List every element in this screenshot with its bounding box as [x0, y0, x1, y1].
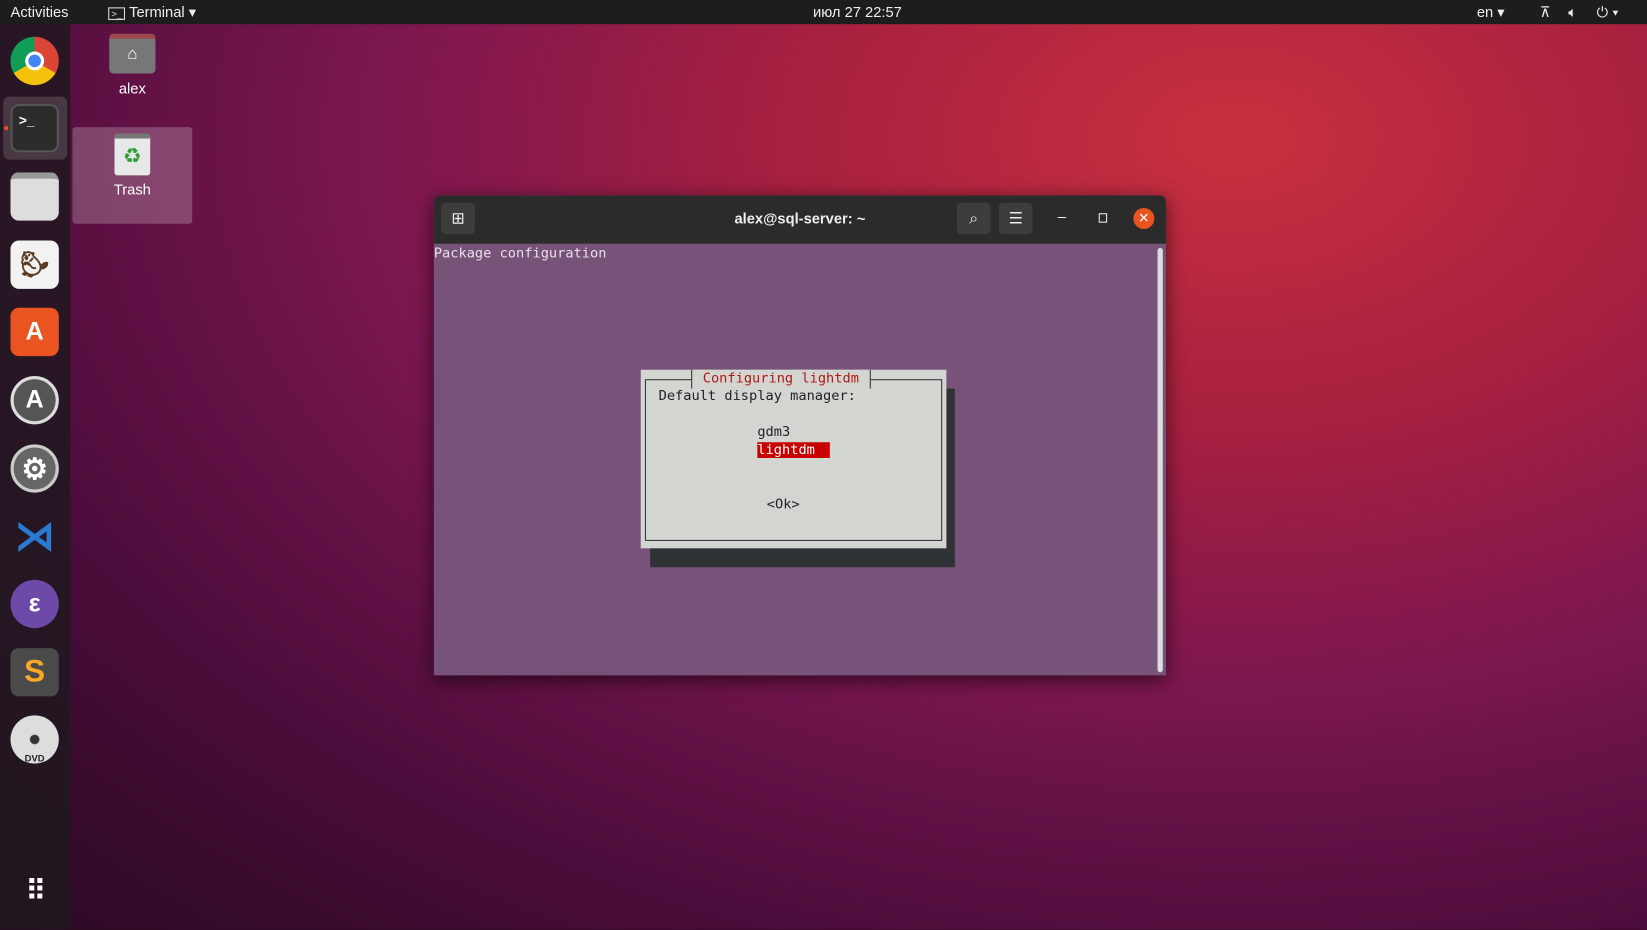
show-applications-icon[interactable]: ⠿ [11, 867, 59, 915]
software-updater-icon[interactable]: A [10, 376, 59, 425]
search-button[interactable]: ⌕ [956, 202, 991, 235]
activities-button[interactable]: Activities [11, 3, 69, 20]
ubuntu-software-icon[interactable]: A [10, 307, 59, 357]
clock[interactable]: июл 27 22:57 [813, 3, 902, 20]
lang-label: en [1476, 3, 1494, 20]
network-icon[interactable]: ⊼ [1540, 3, 1551, 21]
trash-label: Trash [113, 180, 151, 198]
sublime-text-icon[interactable]: S [10, 648, 59, 697]
window-title: alex@sql-server: ~ [734, 210, 866, 227]
dbeaver-icon[interactable]: 🦫︎ [10, 240, 59, 289]
terminal-window: ⊞ alex@sql-server: ~ ⌕ ☰ – ✕ Package con… [433, 195, 1166, 676]
maximize-button[interactable] [1098, 213, 1108, 223]
dialog-prompt: Default display manager: [658, 388, 856, 405]
language-menu[interactable]: en ▾ [1477, 3, 1505, 21]
title-bar: ⊞ alex@sql-server: ~ ⌕ ☰ – ✕ [433, 195, 1166, 244]
minimize-button[interactable]: – [1058, 208, 1066, 225]
option-lightdm-selected[interactable]: lightdm [757, 442, 830, 458]
option-gdm3[interactable]: gdm3 [757, 424, 790, 440]
close-button[interactable]: ✕ [1133, 207, 1155, 229]
running-indicator [4, 126, 9, 131]
app-menu[interactable]: >_ Terminal ▾ [108, 3, 196, 21]
trash-icon: ♻ [114, 133, 151, 176]
volume-icon[interactable]: 🔈︎ [1568, 3, 1577, 21]
dock: >_ 🦫︎ A A ⚙ ⋊ ε S DVD ⠿ [0, 24, 71, 930]
dialog-title: Configuring lightdm [691, 369, 871, 389]
home-folder-label: alex [118, 79, 146, 97]
emacs-icon[interactable]: ε [10, 579, 59, 629]
terminal-header: Package configuration [433, 245, 607, 262]
terminal-dock-icon[interactable]: >_ [10, 103, 59, 153]
trash[interactable]: ♻ Trash [72, 127, 193, 224]
home-folder[interactable]: ⌂ alex [72, 33, 192, 97]
dvd-icon[interactable]: DVD [10, 715, 59, 764]
settings-icon[interactable]: ⚙ [10, 444, 59, 493]
power-icon[interactable]: ⏻ ▾ [1597, 3, 1619, 21]
files-icon[interactable] [10, 172, 59, 221]
desktop: Activities >_ Terminal ▾ июл 27 22:57 en… [0, 0, 1647, 930]
home-folder-icon: ⌂ [109, 33, 156, 74]
debconf-dialog: Configuring lightdm Default display mana… [640, 369, 947, 549]
app-menu-label: Terminal [129, 3, 185, 20]
terminal-icon: >_ [108, 7, 126, 20]
vscode-icon[interactable]: ⋊ [11, 512, 59, 560]
scrollbar[interactable] [1157, 247, 1163, 673]
ok-button[interactable]: <Ok> [767, 497, 800, 513]
menu-button[interactable]: ☰ [998, 202, 1033, 235]
top-bar: Activities >_ Terminal ▾ июл 27 22:57 en… [0, 0, 1647, 25]
chrome-icon[interactable] [10, 36, 59, 86]
